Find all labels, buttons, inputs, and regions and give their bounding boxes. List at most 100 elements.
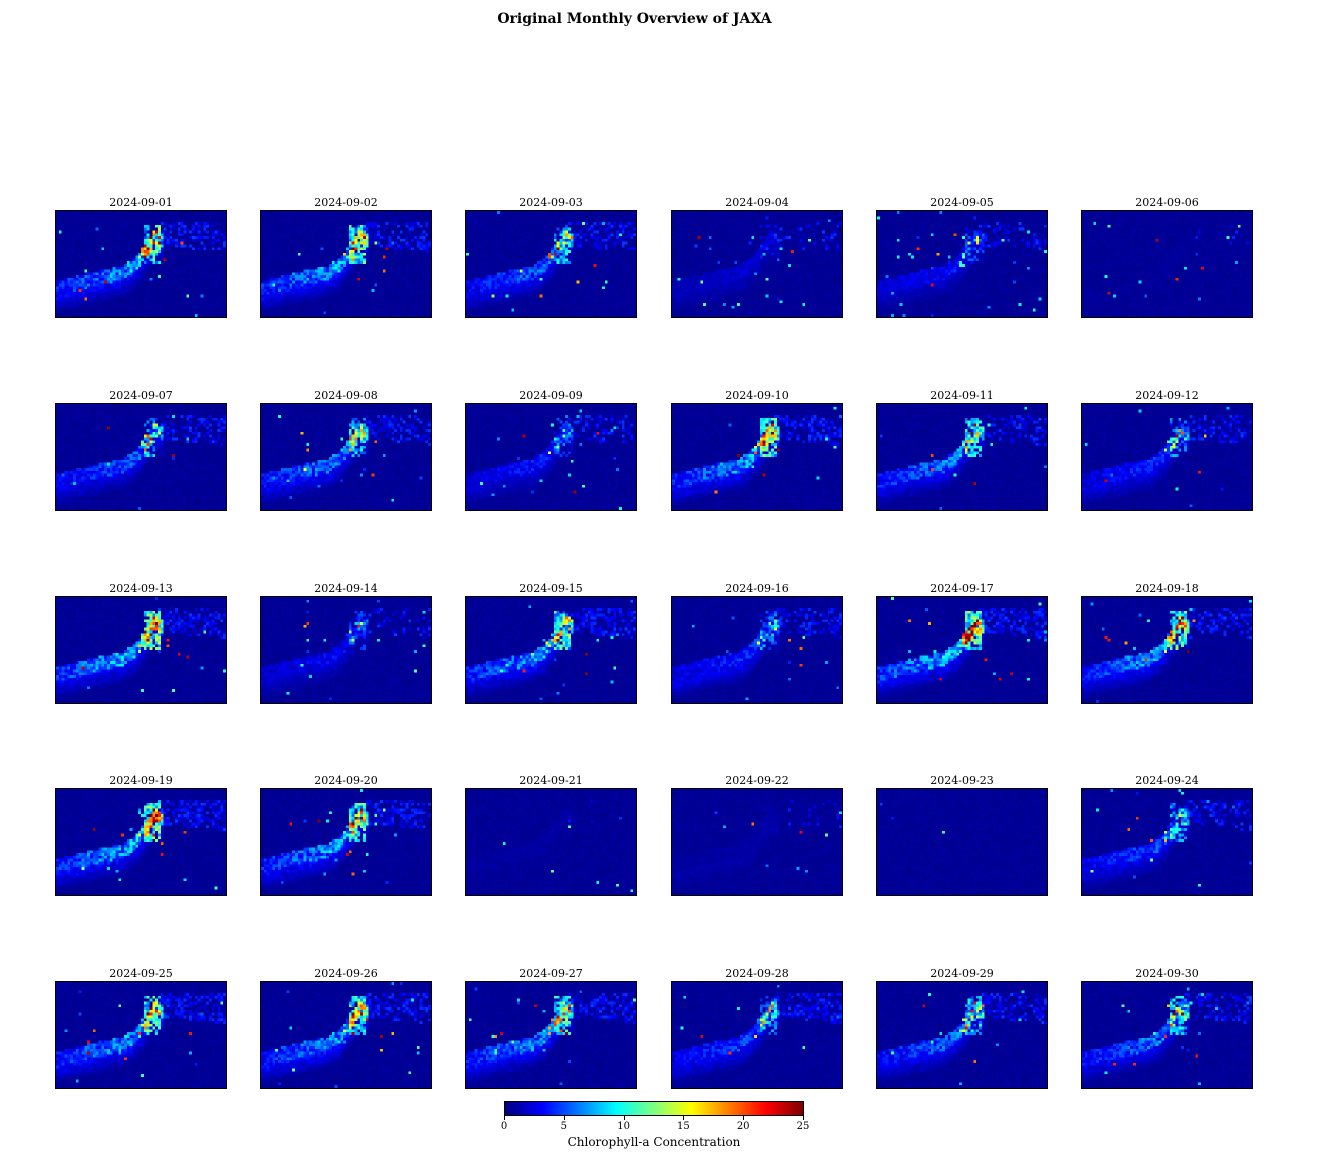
heatmap-panel: 2024-09-15 — [465, 582, 637, 704]
colorbar-tick-label: 20 — [736, 1121, 750, 1132]
heatmap-image — [1081, 210, 1253, 318]
heatmap-panel: 2024-09-19 — [55, 774, 227, 896]
panel-date-title: 2024-09-18 — [1135, 582, 1199, 595]
heatmap-panel: 2024-09-14 — [260, 582, 432, 704]
panel-date-title: 2024-09-14 — [314, 582, 378, 595]
heatmap-image — [260, 981, 432, 1089]
heatmap-panel: 2024-09-27 — [465, 967, 637, 1089]
heatmap-panel: 2024-09-09 — [465, 389, 637, 511]
heatmap-panel: 2024-09-22 — [671, 774, 843, 896]
heatmap-image — [876, 788, 1048, 896]
heatmap-image — [260, 403, 432, 511]
panel-date-title: 2024-09-10 — [725, 389, 789, 402]
panel-date-title: 2024-09-21 — [519, 774, 583, 787]
colorbar-tick-label: 5 — [560, 1121, 567, 1132]
heatmap-image — [55, 596, 227, 704]
panel-date-title: 2024-09-05 — [930, 196, 994, 209]
panel-date-title: 2024-09-01 — [109, 196, 173, 209]
panel-date-title: 2024-09-23 — [930, 774, 994, 787]
heatmap-panel: 2024-09-12 — [1081, 389, 1253, 511]
heatmap-panel: 2024-09-04 — [671, 196, 843, 318]
panel-date-title: 2024-09-30 — [1135, 967, 1199, 980]
heatmap-panel: 2024-09-03 — [465, 196, 637, 318]
heatmap-image — [1081, 788, 1253, 896]
panel-date-title: 2024-09-13 — [109, 582, 173, 595]
heatmap-image — [671, 788, 843, 896]
heatmap-image — [260, 210, 432, 318]
colorbar-label: Chlorophyll-a Concentration — [567, 1135, 741, 1149]
heatmap-panel: 2024-09-05 — [876, 196, 1048, 318]
panel-date-title: 2024-09-02 — [314, 196, 378, 209]
panel-date-title: 2024-09-07 — [109, 389, 173, 402]
heatmap-image — [876, 210, 1048, 318]
heatmap-panel: 2024-09-16 — [671, 582, 843, 704]
panel-date-title: 2024-09-16 — [725, 582, 789, 595]
heatmap-panel: 2024-09-17 — [876, 582, 1048, 704]
colorbar-tick-mark — [504, 1116, 505, 1120]
heatmap-panel: 2024-09-01 — [55, 196, 227, 318]
heatmap-image — [1081, 596, 1253, 704]
heatmap-panel: 2024-09-24 — [1081, 774, 1253, 896]
panel-date-title: 2024-09-09 — [519, 389, 583, 402]
panel-date-title: 2024-09-04 — [725, 196, 789, 209]
panel-date-title: 2024-09-15 — [519, 582, 583, 595]
heatmap-panel: 2024-09-10 — [671, 389, 843, 511]
panel-date-title: 2024-09-22 — [725, 774, 789, 787]
heatmap-panel: 2024-09-21 — [465, 774, 637, 896]
panel-date-title: 2024-09-19 — [109, 774, 173, 787]
heatmap-panel: 2024-09-20 — [260, 774, 432, 896]
heatmap-panel: 2024-09-11 — [876, 389, 1048, 511]
heatmap-panel: 2024-09-06 — [1081, 196, 1253, 318]
heatmap-image — [876, 596, 1048, 704]
heatmap-panel: 2024-09-23 — [876, 774, 1048, 896]
colorbar-tick-label: 25 — [796, 1121, 810, 1132]
colorbar-tick-mark — [803, 1116, 804, 1120]
heatmap-image — [55, 788, 227, 896]
heatmap-panel: 2024-09-02 — [260, 196, 432, 318]
heatmap-image — [260, 788, 432, 896]
heatmap-panel: 2024-09-07 — [55, 389, 227, 511]
panel-date-title: 2024-09-25 — [109, 967, 173, 980]
panel-date-title: 2024-09-29 — [930, 967, 994, 980]
panel-date-title: 2024-09-17 — [930, 582, 994, 595]
heatmap-panel: 2024-09-30 — [1081, 967, 1253, 1089]
panel-date-title: 2024-09-08 — [314, 389, 378, 402]
heatmap-panel: 2024-09-18 — [1081, 582, 1253, 704]
heatmap-image — [671, 596, 843, 704]
heatmap-image — [465, 981, 637, 1089]
heatmap-image — [55, 981, 227, 1089]
panel-date-title: 2024-09-11 — [930, 389, 994, 402]
colorbar-tick-label: 0 — [500, 1121, 508, 1132]
colorbar: 0 5 10 15 20 25 Chlorophyll-a Concentration — [501, 1101, 809, 1153]
colorbar-tick-mark — [683, 1116, 685, 1120]
heatmap-image — [876, 981, 1048, 1089]
heatmap-panel: 2024-09-25 — [55, 967, 227, 1089]
panels-grid: 2024-09-01 2024-09-02 2024-09-03 2024-09-04… — [0, 0, 1322, 1100]
panel-date-title: 2024-09-24 — [1135, 774, 1199, 787]
colorbar-tick-mark — [563, 1116, 565, 1120]
heatmap-image — [55, 210, 227, 318]
colorbar-tick-label: 10 — [617, 1121, 630, 1132]
panel-date-title: 2024-09-20 — [314, 774, 378, 787]
colorbar-bar — [504, 1101, 804, 1116]
heatmap-image — [671, 210, 843, 318]
heatmap-image — [1081, 403, 1253, 511]
panel-date-title: 2024-09-26 — [314, 967, 378, 980]
heatmap-image — [465, 596, 637, 704]
panel-date-title: 2024-09-27 — [519, 967, 583, 980]
panel-date-title: 2024-09-06 — [1135, 196, 1199, 209]
heatmap-image — [260, 596, 432, 704]
colorbar-ticks: 0 5 10 15 20 25 — [501, 1116, 809, 1132]
heatmap-image — [465, 403, 637, 511]
heatmap-image — [671, 403, 843, 511]
panel-date-title: 2024-09-12 — [1135, 389, 1199, 402]
heatmap-image — [465, 788, 637, 896]
colorbar-tick-label: 15 — [677, 1121, 690, 1132]
heatmap-image — [1081, 981, 1253, 1089]
heatmap-image — [876, 403, 1048, 511]
heatmap-panel: 2024-09-28 — [671, 967, 843, 1089]
heatmap-panel: 2024-09-26 — [260, 967, 432, 1089]
heatmap-image — [55, 403, 227, 511]
colorbar-tick-mark — [743, 1116, 745, 1120]
panel-date-title: 2024-09-28 — [725, 967, 789, 980]
